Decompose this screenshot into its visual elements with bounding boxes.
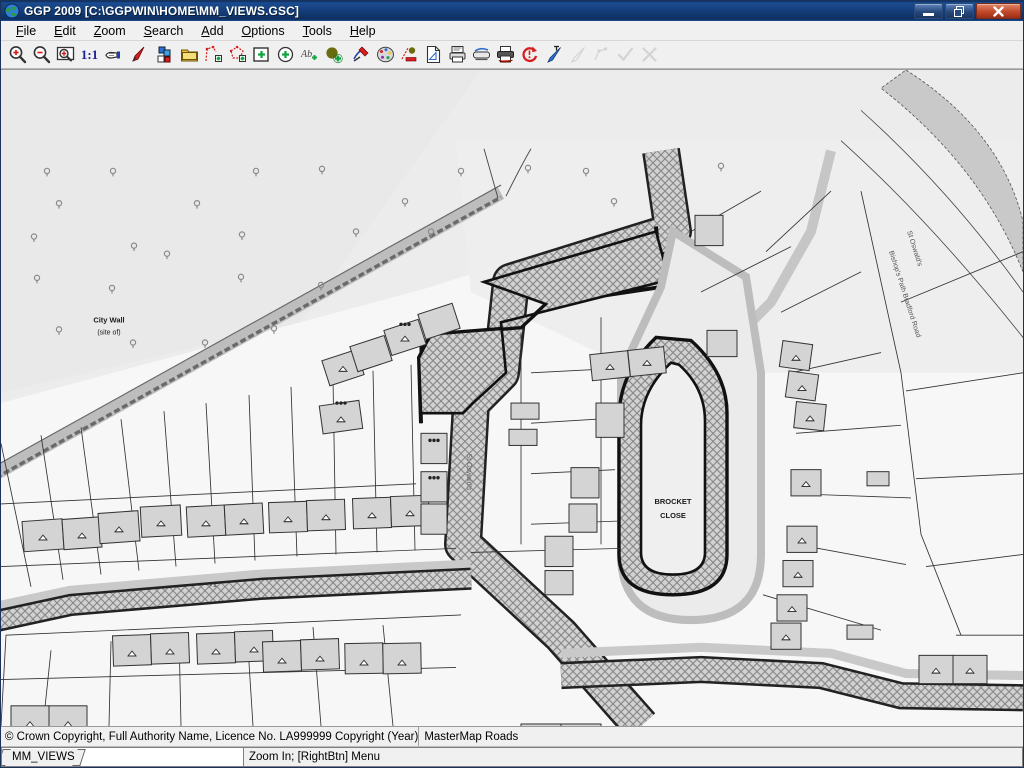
window-buttons [914, 3, 1021, 19]
menu-tools[interactable]: Tools [294, 22, 341, 40]
menu-file[interactable]: File [7, 22, 45, 40]
svg-text:Ab: Ab [300, 49, 312, 60]
tab-label: MM_VIEWS [12, 751, 75, 763]
menu-edit[interactable]: Edit [45, 22, 85, 40]
map-canvas[interactable]: City Wall (site of) BROCKET CLOSE Bishop… [1, 69, 1023, 727]
menu-zoom[interactable]: Zoom [85, 22, 135, 40]
pointer-arrow-icon[interactable] [127, 44, 148, 66]
copyright-status-bar: © Crown Copyright, Full Authority Name, … [1, 727, 1023, 746]
add-polygon-icon[interactable] [227, 44, 248, 66]
add-text-icon[interactable]: Ab [299, 44, 320, 66]
tab-strip[interactable]: MM_VIEWS [1, 747, 244, 767]
add-circle-icon[interactable] [275, 44, 296, 66]
label-brocket-line1: BROCKET [654, 497, 691, 506]
title-bar: GGP 2009 [C:\GGPWIN\HOME\MM_VIEWS.GSC] [1, 1, 1023, 21]
edit-feature-icon[interactable] [351, 44, 372, 66]
minimize-button[interactable] [914, 3, 943, 19]
add-polyline-icon[interactable] [203, 44, 224, 66]
pan-hand-icon[interactable] [103, 44, 124, 66]
zoom-in-icon[interactable] [7, 44, 28, 66]
add-rectangle-icon[interactable] [251, 44, 272, 66]
measure-icon[interactable] [543, 44, 564, 66]
tab-bar: MM_VIEWS Zoom In; [RightBtn] Menu [1, 746, 1023, 767]
application-window: GGP 2009 [C:\GGPWIN\HOME\MM_VIEWS.GSC] F… [0, 0, 1024, 768]
label-city-wall-line2: (site of) [97, 329, 120, 336]
snap-icon [567, 44, 588, 66]
restore-button[interactable] [945, 3, 974, 19]
menu-bar: File Edit Zoom Search Add Options Tools … [1, 21, 1023, 41]
menu-add[interactable]: Add [192, 22, 232, 40]
globe-icon [4, 3, 20, 19]
label-road-centre: St Oswald's [465, 454, 472, 491]
label-house-number: 71 [209, 582, 217, 589]
menu-search[interactable]: Search [135, 22, 193, 40]
map-drawing[interactable]: City Wall (site of) BROCKET CLOSE Bishop… [1, 70, 1023, 726]
document-icon[interactable] [423, 44, 444, 66]
add-layer-icon[interactable] [155, 44, 176, 66]
menu-options[interactable]: Options [233, 22, 294, 40]
refresh-icon[interactable] [519, 44, 540, 66]
status-message: Zoom In; [RightBtn] Menu [244, 747, 1023, 767]
cancel-cross-icon [639, 44, 660, 66]
add-symbol-icon[interactable] [323, 44, 344, 66]
label-city-wall-line1: City Wall [93, 315, 124, 324]
print-preview-icon[interactable] [447, 44, 468, 66]
accept-tick-icon [615, 44, 636, 66]
node-icon [591, 44, 612, 66]
printer-icon[interactable] [495, 44, 516, 66]
copyright-text: © Crown Copyright, Full Authority Name, … [1, 727, 420, 746]
close-button[interactable] [976, 3, 1021, 19]
tab-mm-views[interactable]: MM_VIEWS [4, 748, 79, 766]
toolbar: 1:1 Ab [1, 41, 1023, 69]
palette-icon[interactable] [375, 44, 396, 66]
zoom-one-to-one-icon[interactable]: 1:1 [79, 44, 100, 66]
plotter-icon[interactable] [471, 44, 492, 66]
open-folder-icon[interactable] [179, 44, 200, 66]
label-brocket-line2: CLOSE [660, 511, 686, 520]
zoom-out-icon[interactable] [31, 44, 52, 66]
active-layer-text: MasterMap Roads [424, 730, 519, 743]
menu-help[interactable]: Help [341, 22, 385, 40]
styles-icon[interactable] [399, 44, 420, 66]
zoom-window-icon[interactable] [55, 44, 76, 66]
window-title: GGP 2009 [C:\GGPWIN\HOME\MM_VIEWS.GSC] [24, 4, 299, 18]
